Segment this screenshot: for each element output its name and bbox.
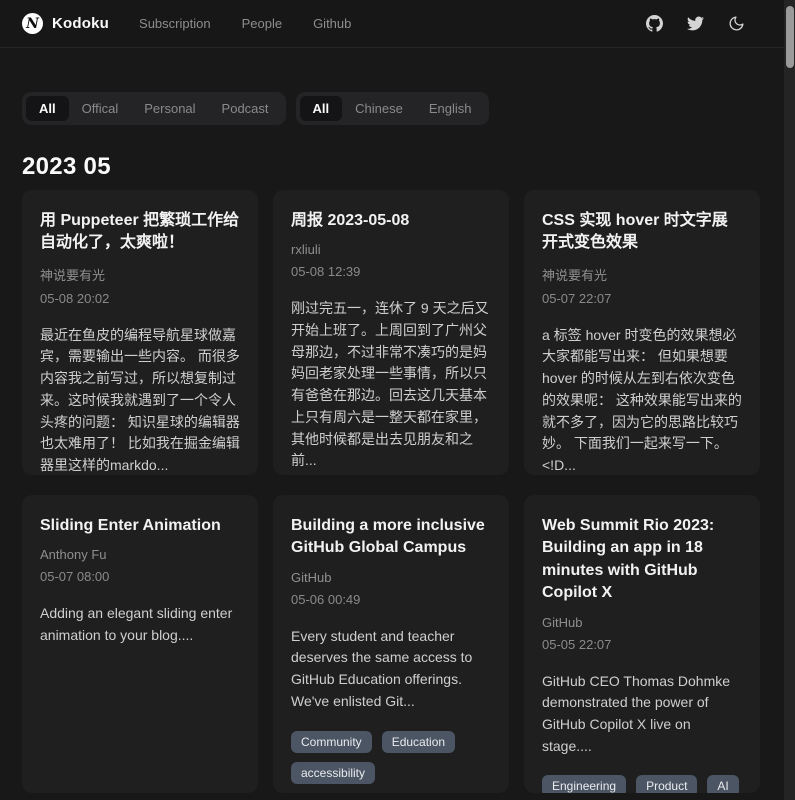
scrollbar-track[interactable] bbox=[784, 0, 795, 800]
post-grid: 用 Puppeteer 把繁琐工作给自动化了，太爽啦！ 神说要有光 05-08 … bbox=[22, 190, 760, 793]
filter-type-personal[interactable]: Personal bbox=[131, 96, 208, 121]
nav-link-people[interactable]: People bbox=[242, 16, 282, 31]
post-title: 用 Puppeteer 把繁琐工作给自动化了，太爽啦！ bbox=[40, 210, 240, 255]
post-excerpt: Every student and teacher deserves the s… bbox=[291, 626, 491, 713]
post-author: 神说要有光 bbox=[542, 265, 742, 284]
post-tag[interactable]: Community bbox=[291, 731, 372, 753]
filter-bar: All Offical Personal Podcast All Chinese… bbox=[22, 92, 760, 125]
post-tag[interactable]: Education bbox=[382, 731, 455, 753]
post-date: 05-07 08:00 bbox=[40, 569, 240, 584]
post-card[interactable]: 用 Puppeteer 把繁琐工作给自动化了，太爽啦！ 神说要有光 05-08 … bbox=[22, 190, 258, 475]
post-title: CSS 实现 hover 时文字展开式变色效果 bbox=[542, 210, 742, 255]
brand-name[interactable]: Kodoku bbox=[52, 15, 109, 32]
post-tag-list: Community Education accessibility GitHub… bbox=[291, 731, 491, 793]
post-tag[interactable]: AI bbox=[707, 775, 738, 793]
post-excerpt: a 标签 hover 时变色的效果想必大家都能写出来： 但如果想要 hover … bbox=[542, 325, 742, 475]
filter-lang-english[interactable]: English bbox=[416, 96, 485, 121]
post-author: Anthony Fu bbox=[40, 547, 240, 562]
filter-type-offical[interactable]: Offical bbox=[69, 96, 132, 121]
main-content: All Offical Personal Podcast All Chinese… bbox=[0, 92, 795, 793]
post-author: 神说要有光 bbox=[40, 265, 240, 284]
post-author: GitHub bbox=[542, 615, 742, 630]
logo-letter: N bbox=[26, 16, 39, 32]
post-date: 05-06 00:49 bbox=[291, 592, 491, 607]
nav-link-subscription[interactable]: Subscription bbox=[139, 16, 211, 31]
post-tag-list: Engineering Product AI artificial intell… bbox=[542, 775, 742, 793]
kodoku-logo-icon[interactable]: N bbox=[22, 13, 43, 34]
post-author: rxliuli bbox=[291, 242, 491, 257]
post-title: Sliding Enter Animation bbox=[40, 515, 240, 537]
post-date: 05-05 22:07 bbox=[542, 637, 742, 652]
moon-dark-mode-icon[interactable] bbox=[728, 15, 745, 32]
filter-group-type: All Offical Personal Podcast bbox=[22, 92, 286, 125]
post-card[interactable]: CSS 实现 hover 时文字展开式变色效果 神说要有光 05-07 22:0… bbox=[524, 190, 760, 475]
filter-lang-chinese[interactable]: Chinese bbox=[342, 96, 416, 121]
post-card[interactable]: Web Summit Rio 2023: Building an app in … bbox=[524, 495, 760, 793]
post-excerpt: 最近在鱼皮的编程导航星球做嘉宾，需要输出一些内容。 而很多内容我之前写过，所以想… bbox=[40, 325, 240, 475]
main-nav: Subscription People Github bbox=[139, 16, 351, 31]
post-title: Building a more inclusive GitHub Global … bbox=[291, 515, 491, 560]
post-card[interactable]: Building a more inclusive GitHub Global … bbox=[273, 495, 509, 793]
filter-group-language: All Chinese English bbox=[296, 92, 489, 125]
month-heading: 2023 05 bbox=[22, 153, 760, 181]
post-excerpt: Adding an elegant sliding enter animatio… bbox=[40, 603, 240, 646]
post-title: Web Summit Rio 2023: Building an app in … bbox=[542, 515, 742, 605]
post-date: 05-07 22:07 bbox=[542, 291, 742, 306]
post-title: 周报 2023-05-08 bbox=[291, 210, 491, 232]
post-date: 05-08 12:39 bbox=[291, 264, 491, 279]
scrollbar-thumb[interactable] bbox=[786, 6, 794, 68]
filter-type-all[interactable]: All bbox=[26, 96, 69, 121]
post-tag[interactable]: Product bbox=[636, 775, 697, 793]
header-icon-group bbox=[646, 15, 745, 32]
post-excerpt: GitHub CEO Thomas Dohmke demonstrated th… bbox=[542, 671, 742, 758]
post-tag[interactable]: Engineering bbox=[542, 775, 626, 793]
post-author: GitHub bbox=[291, 570, 491, 585]
top-navbar: N Kodoku Subscription People Github bbox=[0, 0, 795, 48]
post-date: 05-08 20:02 bbox=[40, 291, 240, 306]
post-card[interactable]: 周报 2023-05-08 rxliuli 05-08 12:39 刚过完五一，… bbox=[273, 190, 509, 475]
filter-type-podcast[interactable]: Podcast bbox=[209, 96, 282, 121]
post-tag[interactable]: accessibility bbox=[291, 762, 375, 784]
filter-lang-all[interactable]: All bbox=[300, 96, 343, 121]
github-icon[interactable] bbox=[646, 15, 663, 32]
twitter-icon[interactable] bbox=[687, 15, 704, 32]
post-excerpt: 刚过完五一，连休了 9 天之后又开始上班了。上周回到了广州父母那边，不过非常不凑… bbox=[291, 298, 491, 472]
nav-link-github[interactable]: Github bbox=[313, 16, 351, 31]
post-card[interactable]: Sliding Enter Animation Anthony Fu 05-07… bbox=[22, 495, 258, 793]
